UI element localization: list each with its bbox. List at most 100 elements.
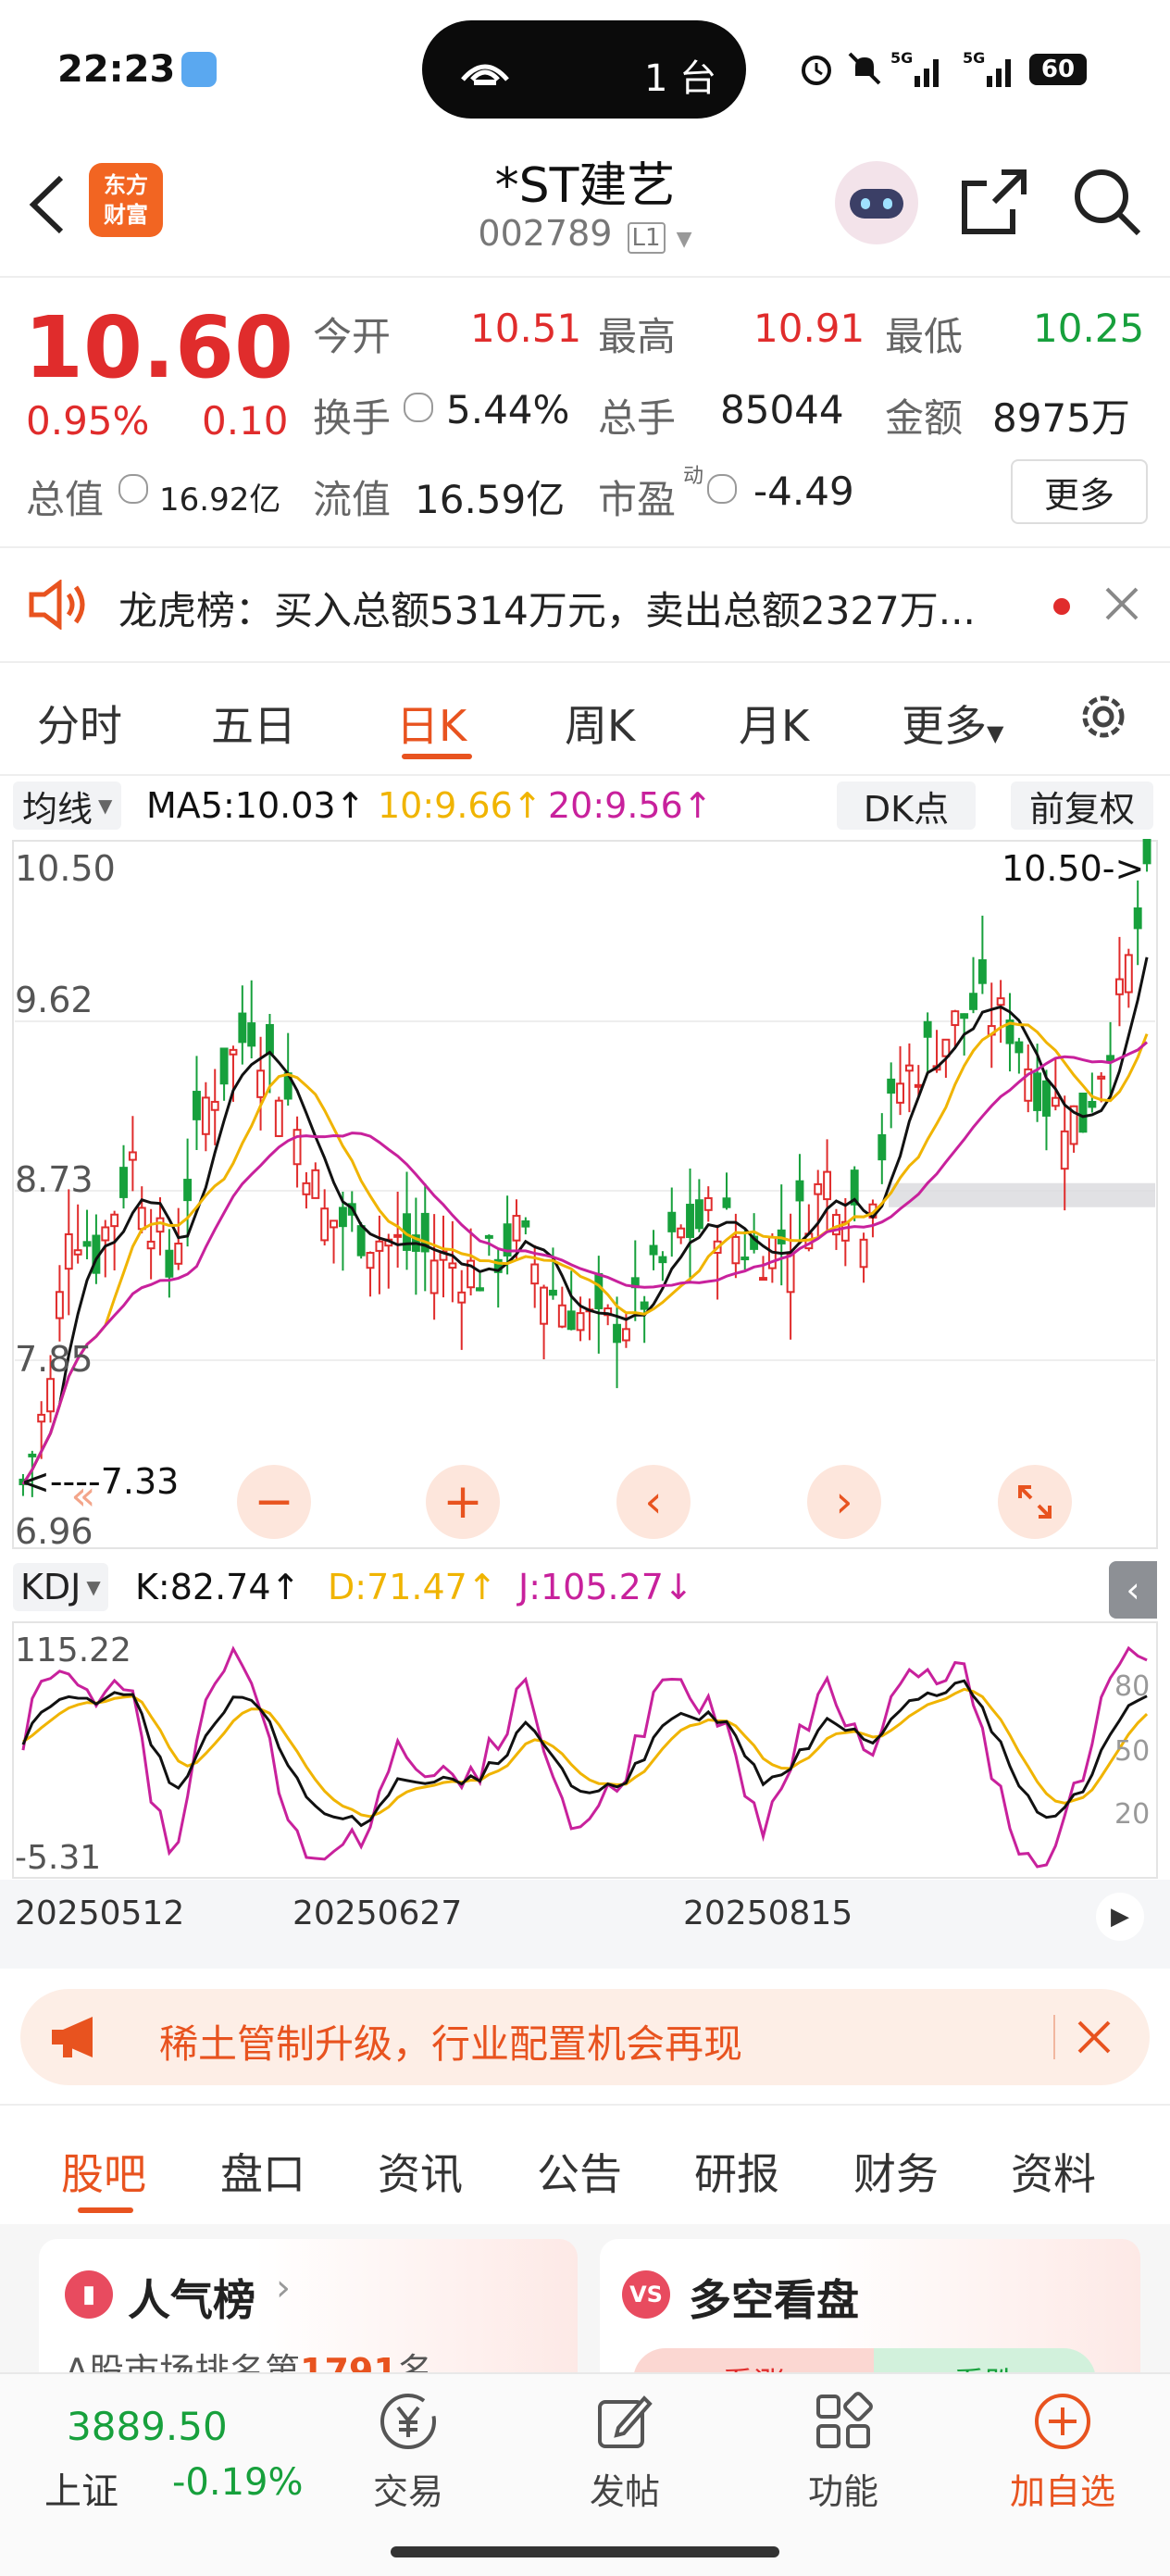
popularity-rank: 1791 xyxy=(300,2351,398,2372)
candle-up xyxy=(859,1238,868,1269)
share-icon[interactable] xyxy=(959,167,1029,237)
pan-left-button[interactable]: ‹ xyxy=(616,1465,691,1539)
tab-profile[interactable]: 资料 xyxy=(1011,2141,1096,2202)
search-icon[interactable] xyxy=(1070,165,1144,239)
tab-monthly-k[interactable]: 月K xyxy=(739,693,809,754)
tab-more[interactable]: 更多▼ xyxy=(902,693,1003,754)
duokong-card[interactable]: VS 多空看盘 看涨 看跌 xyxy=(600,2239,1140,2372)
bull-button[interactable]: 看涨 xyxy=(633,2348,874,2372)
kdj-y-min: -5.31 xyxy=(15,1839,102,1877)
candle-down xyxy=(649,1244,658,1256)
popularity-text-a: A股市场排名第 xyxy=(65,2351,300,2372)
more-button[interactable]: 更多 xyxy=(1011,459,1148,524)
amount-label: 金额 xyxy=(885,395,964,441)
candle-up xyxy=(137,1207,146,1231)
tab-news[interactable]: 资讯 xyxy=(378,2141,463,2202)
play-button[interactable]: ▶ xyxy=(1096,1893,1144,1941)
gear-icon[interactable] xyxy=(1076,689,1131,744)
cards-area: ▮ 人气榜 › A股市场排名第1791名 VS 多空看盘 看涨 看跌 xyxy=(0,2224,1170,2372)
function-tab[interactable]: 功能 xyxy=(792,2389,894,2537)
candle-down xyxy=(219,1047,229,1085)
side-panel-toggle[interactable]: ‹ xyxy=(1109,1561,1157,1619)
vs-icon: VS xyxy=(622,2270,670,2319)
notice-bar[interactable]: 龙虎榜：买入总额5314万元，卖出总额2327万... xyxy=(0,546,1170,663)
info-icon[interactable] xyxy=(404,393,433,422)
candle-up xyxy=(55,1291,64,1319)
signal-icon: 5G xyxy=(890,49,939,87)
ma20-value: 20:9.56↑ xyxy=(548,785,713,826)
tab-guba[interactable]: 股吧 xyxy=(61,2141,146,2202)
bear-button[interactable]: 看跌 xyxy=(874,2348,1096,2372)
candle-up xyxy=(64,1232,73,1270)
tab-research[interactable]: 研报 xyxy=(694,2141,779,2202)
info-icon[interactable] xyxy=(707,474,737,504)
tab-five-day[interactable]: 五日 xyxy=(211,693,296,754)
candle-up xyxy=(540,1286,549,1325)
popularity-title: 人气榜 xyxy=(128,2275,255,2325)
banner-text: 稀土管制升级，行业配置机会再现 xyxy=(159,2021,743,2067)
kdj-chart[interactable]: 115.22 -5.31 80 50 20 xyxy=(0,1620,1170,1880)
tab-intraday[interactable]: 分时 xyxy=(37,693,122,754)
tab-daily-k[interactable]: 日K xyxy=(396,693,467,754)
low-value: 10.25 xyxy=(1033,306,1145,351)
fullscreen-button[interactable] xyxy=(998,1465,1072,1539)
candle-up xyxy=(1060,1130,1069,1170)
candle-up xyxy=(512,1215,521,1242)
promo-banner[interactable]: 稀土管制升级，行业配置机会再现 xyxy=(20,1989,1150,2085)
pan-right-button[interactable]: › xyxy=(807,1465,881,1539)
ma-select-label: 均线 xyxy=(22,788,93,830)
tab-pankou[interactable]: 盘口 xyxy=(220,2141,305,2202)
candle-down xyxy=(476,1287,484,1292)
x-label-start: 20250512 xyxy=(15,1894,185,1932)
candle-down xyxy=(548,1289,557,1296)
dk-button[interactable]: DK点 xyxy=(837,782,976,830)
candle-up xyxy=(703,1196,713,1211)
grid-icon xyxy=(816,2392,873,2448)
candle-down xyxy=(667,1211,677,1232)
kdj-d-value: D:71.47↑ xyxy=(328,1567,497,1607)
candle-down xyxy=(878,1133,887,1161)
candle-down xyxy=(247,1022,256,1047)
popularity-card[interactable]: ▮ 人气榜 › A股市场排名第1791名 xyxy=(39,2239,578,2372)
ma-select[interactable]: 均线 ▼ xyxy=(13,782,122,830)
candle-down xyxy=(694,1199,703,1230)
post-tab[interactable]: 发帖 xyxy=(574,2389,676,2537)
candle-down xyxy=(521,1219,530,1228)
tab-finance[interactable]: 财务 xyxy=(853,2141,939,2202)
triangle-down-icon: ▼ xyxy=(987,720,1004,746)
trade-tab[interactable]: 交易 xyxy=(357,2389,459,2537)
candle-up xyxy=(37,1413,46,1423)
candle-down xyxy=(1142,832,1151,865)
collapse-left-button[interactable]: « xyxy=(56,1465,111,1526)
kline-chart[interactable]: 10.50 9.62 8.73 7.85 6.96 10.50-> <----7… xyxy=(0,821,1170,1554)
add-watchlist-tab[interactable]: 加自选 xyxy=(998,2389,1127,2537)
x-axis: 20250512 20250627 20250815 ▶ xyxy=(0,1880,1170,1969)
candle-down xyxy=(722,1197,731,1208)
tab-weekly-k[interactable]: 周K xyxy=(565,693,635,754)
adjust-button[interactable]: 前复权 xyxy=(1011,782,1153,830)
candle-down xyxy=(923,1020,932,1038)
candle-up xyxy=(530,1263,540,1285)
candle-up xyxy=(457,1291,467,1304)
kdj-header: KDJ ▼ K:82.74↑ D:71.47↑ J:105.27↓ ‹ xyxy=(0,1556,1170,1620)
k-text: K:82.74 xyxy=(135,1567,271,1607)
more-button-label: 更多 xyxy=(1043,474,1114,516)
pe-label: 市盈 xyxy=(598,477,677,522)
chart-header: 均线 ▼ MA5:10.03↑ 10:9.66↑ 20:9.56↑ DK点 前复… xyxy=(0,776,1170,837)
zoom-in-button[interactable]: + xyxy=(426,1465,500,1539)
close-icon[interactable] xyxy=(1076,2019,1113,2056)
ai-assistant-icon[interactable] xyxy=(835,161,918,244)
zoom-out-button[interactable]: − xyxy=(237,1465,311,1539)
candle-down xyxy=(887,1078,896,1094)
tab-announcements[interactable]: 公告 xyxy=(537,2141,622,2202)
info-icon[interactable] xyxy=(118,474,148,504)
candle-down xyxy=(969,993,977,1010)
mktcap-value: 16.92亿 xyxy=(159,481,281,519)
indicator-select[interactable]: KDJ ▼ xyxy=(13,1563,108,1611)
candle-up xyxy=(996,997,1005,1007)
kdj-j-value: J:105.27↓ xyxy=(518,1567,693,1607)
candle-down xyxy=(640,1301,649,1310)
close-icon[interactable] xyxy=(1103,585,1140,622)
candle-up xyxy=(557,1304,566,1328)
candle-up xyxy=(320,1207,330,1242)
